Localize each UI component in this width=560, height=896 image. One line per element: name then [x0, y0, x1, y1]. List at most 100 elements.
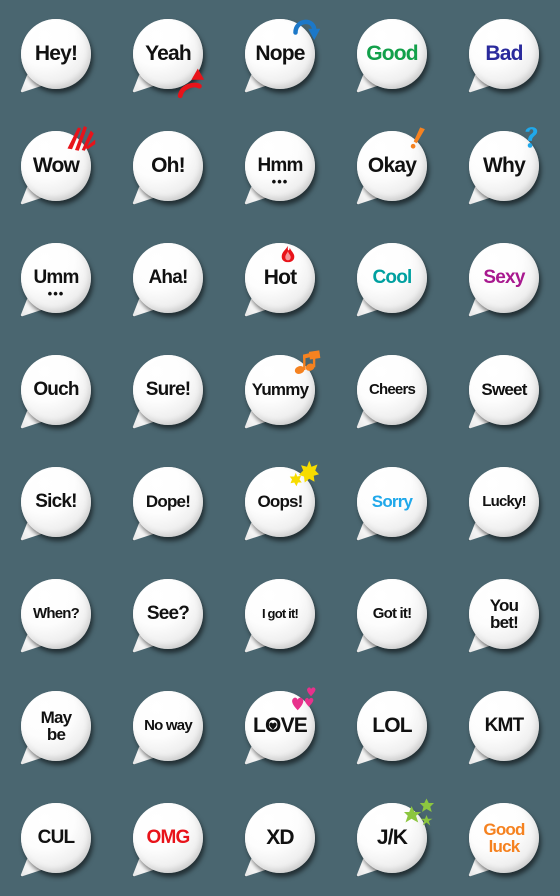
sticker-sweet[interactable]: Sweet — [448, 336, 560, 448]
sticker-label: Ouch — [33, 378, 79, 400]
speech-bubble: Sexy — [465, 241, 543, 319]
speech-bubble: I got it! — [241, 577, 319, 655]
sticker-lol[interactable]: LOL — [336, 672, 448, 784]
sticker-wow[interactable]: Wow — [0, 112, 112, 224]
sticker-label: I got it! — [261, 605, 299, 621]
sticker-aha[interactable]: Aha! — [112, 224, 224, 336]
speech-bubble: LOL — [353, 689, 431, 767]
speech-bubble: Sweet — [465, 353, 543, 431]
speech-bubble: Cool — [353, 241, 431, 319]
sticker-label: Oops! — [257, 491, 303, 511]
bubble-body: Wow — [21, 131, 91, 201]
sticker-goodluck[interactable]: Good luck — [448, 784, 560, 896]
sticker-noway[interactable]: No way — [112, 672, 224, 784]
bubble-body: CUL — [21, 803, 91, 873]
sticker-label: Bad — [485, 41, 523, 65]
sticker-kmt[interactable]: KMT — [448, 672, 560, 784]
sticker-jk[interactable]: J/K — [336, 784, 448, 896]
sticker-ouch[interactable]: Ouch — [0, 336, 112, 448]
sticker-label: When? — [33, 604, 80, 622]
speech-bubble: Oh! — [129, 129, 207, 207]
speech-bubble: No way — [129, 689, 207, 767]
bubble-body: Sure! — [133, 355, 203, 425]
sticker-label: LOL — [372, 713, 412, 737]
speech-bubble: See? — [129, 577, 207, 655]
sticker-sexy[interactable]: Sexy — [448, 224, 560, 336]
sticker-label: Wow — [32, 153, 80, 177]
sticker-label: Good luck — [483, 820, 525, 855]
sticker-label: Sexy — [483, 266, 525, 288]
sticker-cool[interactable]: Cool — [336, 224, 448, 336]
sticker-maybe[interactable]: May be — [0, 672, 112, 784]
sticker-omg[interactable]: OMG — [112, 784, 224, 896]
sticker-lucky[interactable]: Lucky! — [448, 448, 560, 560]
speech-bubble: Yummy — [241, 350, 321, 431]
bubble-body: Ouch — [21, 355, 91, 425]
speech-bubble: Nope — [241, 17, 321, 95]
sticker-why[interactable]: Why — [448, 112, 560, 224]
sticker-see[interactable]: See? — [112, 560, 224, 672]
sticker-label-line: be — [46, 725, 66, 744]
sticker-gotit[interactable]: Got it! — [336, 560, 448, 672]
sticker-sick[interactable]: Sick! — [0, 448, 112, 560]
bubble-body: Oops! — [245, 467, 315, 537]
sticker-label: Hey! — [34, 41, 78, 65]
sticker-love[interactable]: LOVE — [224, 672, 336, 784]
speech-bubble: Cheers — [353, 353, 431, 431]
speech-bubble: Dope! — [129, 465, 207, 543]
sticker-hmm[interactable]: Hmm ••• — [224, 112, 336, 224]
bubble-body: Yeah — [133, 19, 203, 89]
sticker-nope[interactable]: Nope — [224, 0, 336, 112]
sticker-label: KMT — [484, 714, 525, 736]
bubble-body: XD — [245, 803, 315, 873]
bubble-body: KMT — [469, 691, 539, 761]
bubble-body: May be — [21, 691, 91, 761]
speech-bubble: Aha! — [129, 241, 207, 319]
sticker-label: Nope — [255, 41, 305, 65]
bubble-body: Sweet — [469, 355, 539, 425]
sticker-when[interactable]: When? — [0, 560, 112, 672]
bubble-body: No way — [133, 691, 203, 761]
speech-bubble: Good luck — [465, 801, 543, 879]
sticker-yummy[interactable]: Yummy — [224, 336, 336, 448]
bubble-body: Why — [469, 131, 539, 201]
sticker-bad[interactable]: Bad — [448, 0, 560, 112]
sticker-igotit[interactable]: I got it! — [224, 560, 336, 672]
sticker-good[interactable]: Good — [336, 0, 448, 112]
sticker-label: Lucky! — [482, 492, 526, 510]
sticker-okay[interactable]: Okay — [336, 112, 448, 224]
sticker-cul[interactable]: CUL — [0, 784, 112, 896]
speech-bubble: When? — [17, 577, 95, 655]
speech-bubble: Bad — [465, 17, 543, 95]
speech-bubble: J/K — [353, 798, 434, 879]
bubble-body: Yummy — [245, 355, 315, 425]
speech-bubble: Okay — [353, 127, 431, 207]
sticker-label: CUL — [37, 826, 75, 848]
sticker-dope[interactable]: Dope! — [112, 448, 224, 560]
sticker-label: J/K — [376, 825, 408, 849]
sticker-label-line: May — [40, 707, 72, 727]
speech-bubble: Sorry — [353, 465, 431, 543]
sticker-sure[interactable]: Sure! — [112, 336, 224, 448]
bubble-body: Bad — [469, 19, 539, 89]
speech-bubble: Why — [465, 127, 543, 207]
sticker-label: See? — [146, 602, 190, 624]
speech-bubble: May be — [17, 689, 95, 767]
sticker-oops[interactable]: Oops! — [224, 448, 336, 560]
sticker-umm[interactable]: Umm ••• — [0, 224, 112, 336]
sticker-youbet[interactable]: You bet! — [448, 560, 560, 672]
sticker-label: Yeah — [145, 41, 192, 65]
sticker-oh[interactable]: Oh! — [112, 112, 224, 224]
bubble-body: See? — [133, 579, 203, 649]
sticker-hot[interactable]: Hot — [224, 224, 336, 336]
bubble-body: LOL — [357, 691, 427, 761]
sticker-cheers[interactable]: Cheers — [336, 336, 448, 448]
sticker-label: Yummy — [251, 379, 309, 399]
bubble-body: Good luck — [469, 803, 539, 873]
ellipsis-dots-icon: ••• — [271, 174, 289, 189]
sticker-yeah[interactable]: Yeah — [112, 0, 224, 112]
sticker-label: Sick! — [35, 490, 77, 512]
sticker-xd[interactable]: XD — [224, 784, 336, 896]
sticker-sorry[interactable]: Sorry — [336, 448, 448, 560]
sticker-hey[interactable]: Hey! — [0, 0, 112, 112]
